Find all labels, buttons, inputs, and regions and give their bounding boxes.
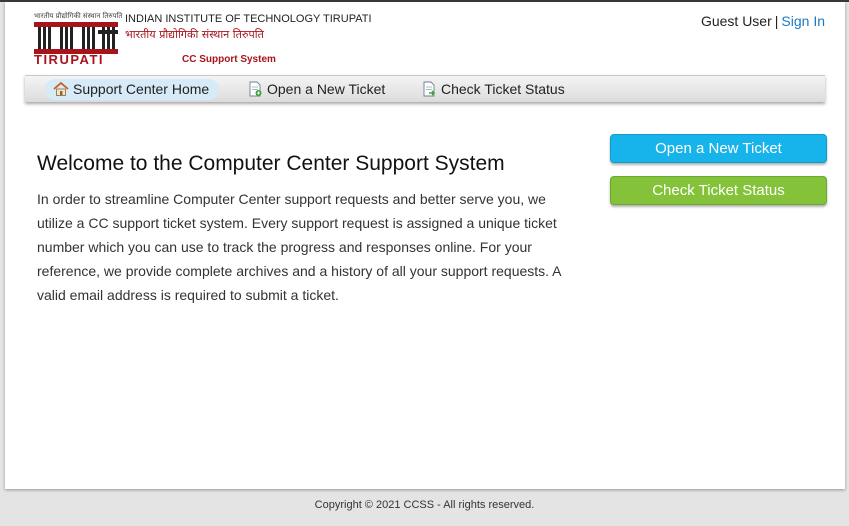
- logo-tirupati-text: TIRUPATI: [34, 52, 105, 67]
- iit-tirupati-logo[interactable]: भारतीय प्रौद्योगिकी संस्थान तिरुपति TIRU…: [34, 12, 372, 68]
- sign-in-link[interactable]: Sign In: [781, 13, 825, 29]
- nav-open-new-ticket[interactable]: Open a New Ticket: [239, 79, 395, 100]
- institute-name: INDIAN INSTITUTE OF TECHNOLOGY TIRUPATI: [125, 13, 372, 25]
- nav-support-center-home[interactable]: Support Center Home: [45, 79, 220, 100]
- check-ticket-status-button[interactable]: Check Ticket Status: [610, 176, 827, 205]
- page-title: Welcome to the Computer Center Support S…: [37, 152, 505, 175]
- system-name: CC Support System: [182, 54, 276, 65]
- page-container: भारतीय प्रौद्योगिकी संस्थान तिरुपति TIRU…: [5, 2, 845, 489]
- guest-user-label: Guest User: [700, 13, 772, 29]
- home-icon: [53, 81, 69, 96]
- logo-hindi-caption: भारतीय प्रौद्योगिकी संस्थान तिरुपति: [34, 12, 123, 20]
- nav-check-ticket-status[interactable]: Check Ticket Status: [413, 79, 575, 100]
- institute-name-hindi: भारतीय प्रौद्योगिकी संस्थान तिरुपति: [125, 28, 264, 41]
- ticket-status-icon: [423, 81, 435, 97]
- open-new-ticket-button[interactable]: Open a New Ticket: [610, 134, 827, 163]
- intro-text: In order to streamline Computer Center s…: [37, 191, 561, 303]
- iit-emblem-icon: [34, 22, 118, 54]
- user-separator: |: [774, 13, 779, 29]
- nav-label: Open a New Ticket: [267, 81, 386, 97]
- nav-label: Support Center Home: [73, 81, 210, 97]
- footer-copyright: Copyright © 2021 CCSS - All rights reser…: [314, 499, 535, 511]
- user-area: Guest User | Sign In: [701, 13, 825, 29]
- new-ticket-icon: [249, 81, 262, 97]
- nav-label: Check Ticket Status: [441, 81, 565, 97]
- main-nav: Support Center Home Open a New Ticket Ch…: [25, 75, 825, 102]
